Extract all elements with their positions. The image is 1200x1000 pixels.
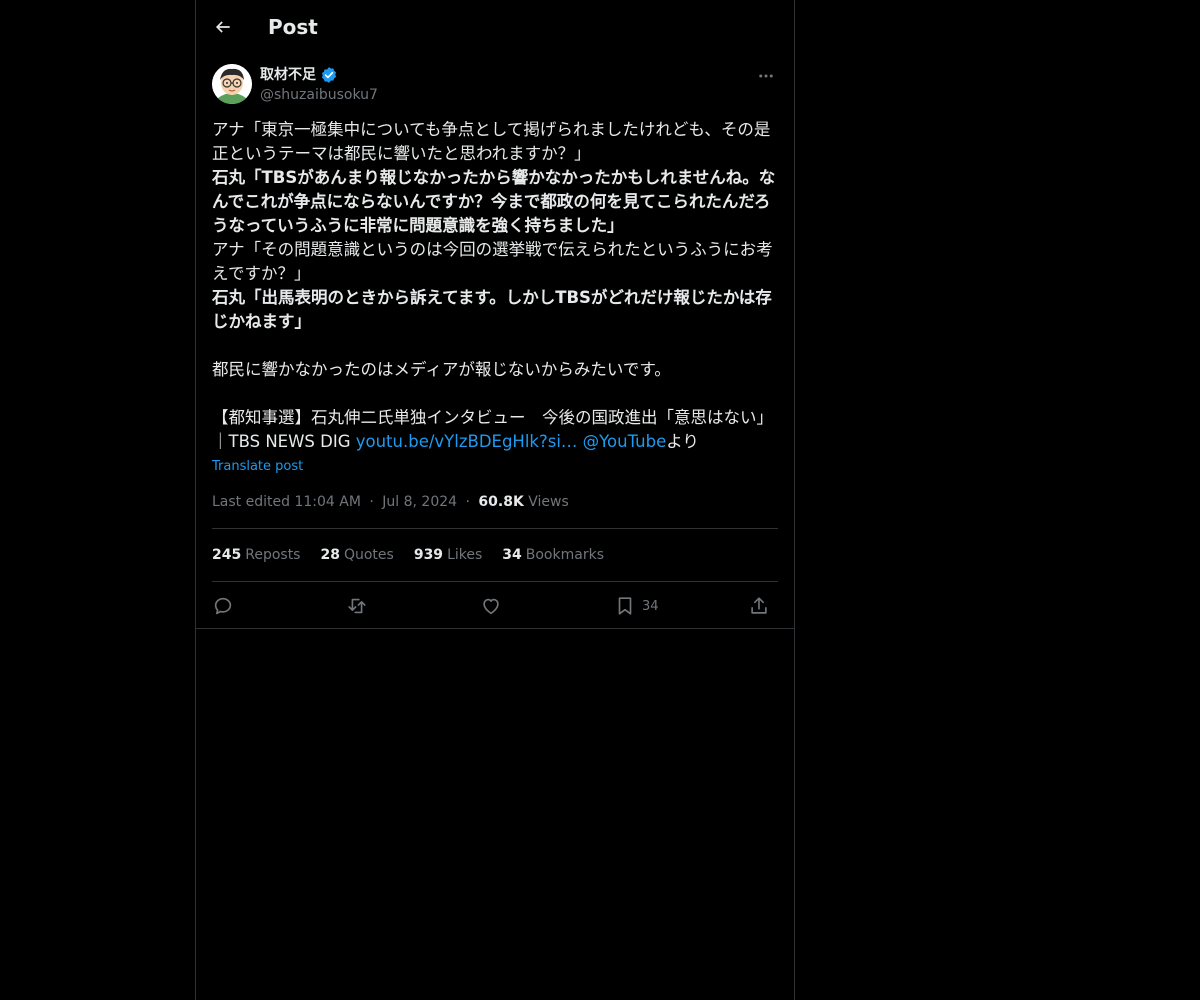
engagement-stats: 245 Reposts 28 Quotes 939 Likes 34 Bookmarks bbox=[212, 545, 604, 565]
stat-label: Reposts bbox=[245, 547, 301, 563]
header: Post bbox=[196, 0, 794, 53]
stat-label: Likes bbox=[447, 547, 483, 563]
stat-count: 28 bbox=[320, 547, 340, 563]
tweet-line: アナ「東京一極集中についても争点として掲げられましたけれども、その是正というテー… bbox=[212, 120, 771, 163]
divider bbox=[212, 581, 778, 582]
share-button[interactable] bbox=[748, 592, 770, 620]
divider bbox=[196, 628, 794, 629]
like-button[interactable] bbox=[480, 592, 502, 620]
stat-label: Quotes bbox=[343, 547, 394, 563]
stat-count: 245 bbox=[212, 547, 242, 563]
tweet-line: 石丸「出馬表明のときから訴えてます。しかしTBSがどれだけ報じたかは存じかねます… bbox=[212, 288, 772, 331]
reply-icon bbox=[214, 597, 232, 615]
divider bbox=[212, 528, 778, 529]
verified-badge-icon[interactable] bbox=[320, 66, 338, 84]
bookmarks-stat[interactable]: 34 Bookmarks bbox=[502, 545, 604, 565]
reply-button[interactable] bbox=[212, 592, 234, 620]
author-name-row: 取材不足 bbox=[260, 65, 338, 85]
source-link[interactable]: youtu.be/vYlzBDEgHlk?si… bbox=[356, 432, 578, 451]
arrow-left-icon bbox=[215, 21, 230, 33]
views-label: Views bbox=[528, 494, 569, 510]
repost-icon bbox=[348, 598, 366, 614]
tweet-line: 石丸「TBSがあんまり報じなかったから響かなかったかもしれませんね。なんでこれが… bbox=[212, 168, 776, 235]
author-block: 取材不足 @shuzaibusoku7 bbox=[212, 64, 778, 108]
author-handle[interactable]: @shuzaibusoku7 bbox=[260, 85, 378, 105]
stat-count: 939 bbox=[413, 547, 444, 563]
tweet-line: 都民に響かなかったのはメディアが報じないからみたいです。 bbox=[212, 360, 671, 379]
repost-button[interactable] bbox=[346, 592, 368, 620]
bookmark-icon bbox=[618, 597, 632, 615]
youtube-mention-link[interactable]: @YouTube bbox=[583, 432, 667, 451]
translate-post-link[interactable]: Translate post bbox=[212, 458, 303, 476]
author-name[interactable]: 取材不足 bbox=[260, 65, 316, 85]
bookmark-button[interactable]: 34 bbox=[614, 592, 659, 620]
stat-count: 34 bbox=[502, 547, 522, 563]
tweet-line: アナ「その問題意識というのは今回の選挙戦で伝えられたというふうにお考えですか？」 bbox=[212, 240, 773, 283]
views-count: 60.8K bbox=[478, 494, 524, 510]
page-title: Post bbox=[268, 15, 318, 39]
bookmark-count: 34 bbox=[642, 598, 659, 614]
source-suffix: より bbox=[666, 432, 699, 451]
stat-label: Bookmarks bbox=[525, 547, 604, 563]
post-date[interactable]: Jul 8, 2024 bbox=[382, 494, 457, 510]
back-button[interactable] bbox=[208, 12, 238, 42]
tweet-source-line: 【都知事選】石丸伸二氏単独インタビュー 今後の国政進出「意思はない」｜TBS N… bbox=[212, 406, 778, 454]
more-horizontal-icon bbox=[759, 74, 773, 78]
action-bar: 34 bbox=[212, 590, 778, 622]
quotes-stat[interactable]: 28 Quotes bbox=[320, 545, 393, 565]
post-meta: Last edited 11:04 AM · Jul 8, 2024 · 60.… bbox=[212, 492, 569, 512]
more-options-button[interactable] bbox=[754, 64, 778, 88]
main-column: Post 取材不足 @shuzaibusoku7 アナ「東京一極集中についても争… bbox=[195, 0, 795, 1000]
heart-icon bbox=[483, 598, 499, 615]
edited-time[interactable]: Last edited 11:04 AM bbox=[212, 494, 361, 510]
share-icon bbox=[751, 597, 767, 614]
tweet-text: アナ「東京一極集中についても争点として掲げられましたけれども、その是正というテー… bbox=[212, 118, 778, 454]
meta-separator: · bbox=[465, 494, 470, 510]
reposts-stat[interactable]: 245 Reposts bbox=[212, 545, 300, 565]
likes-stat[interactable]: 939 Likes bbox=[414, 545, 482, 565]
avatar[interactable] bbox=[212, 64, 252, 104]
meta-separator: · bbox=[369, 494, 374, 510]
